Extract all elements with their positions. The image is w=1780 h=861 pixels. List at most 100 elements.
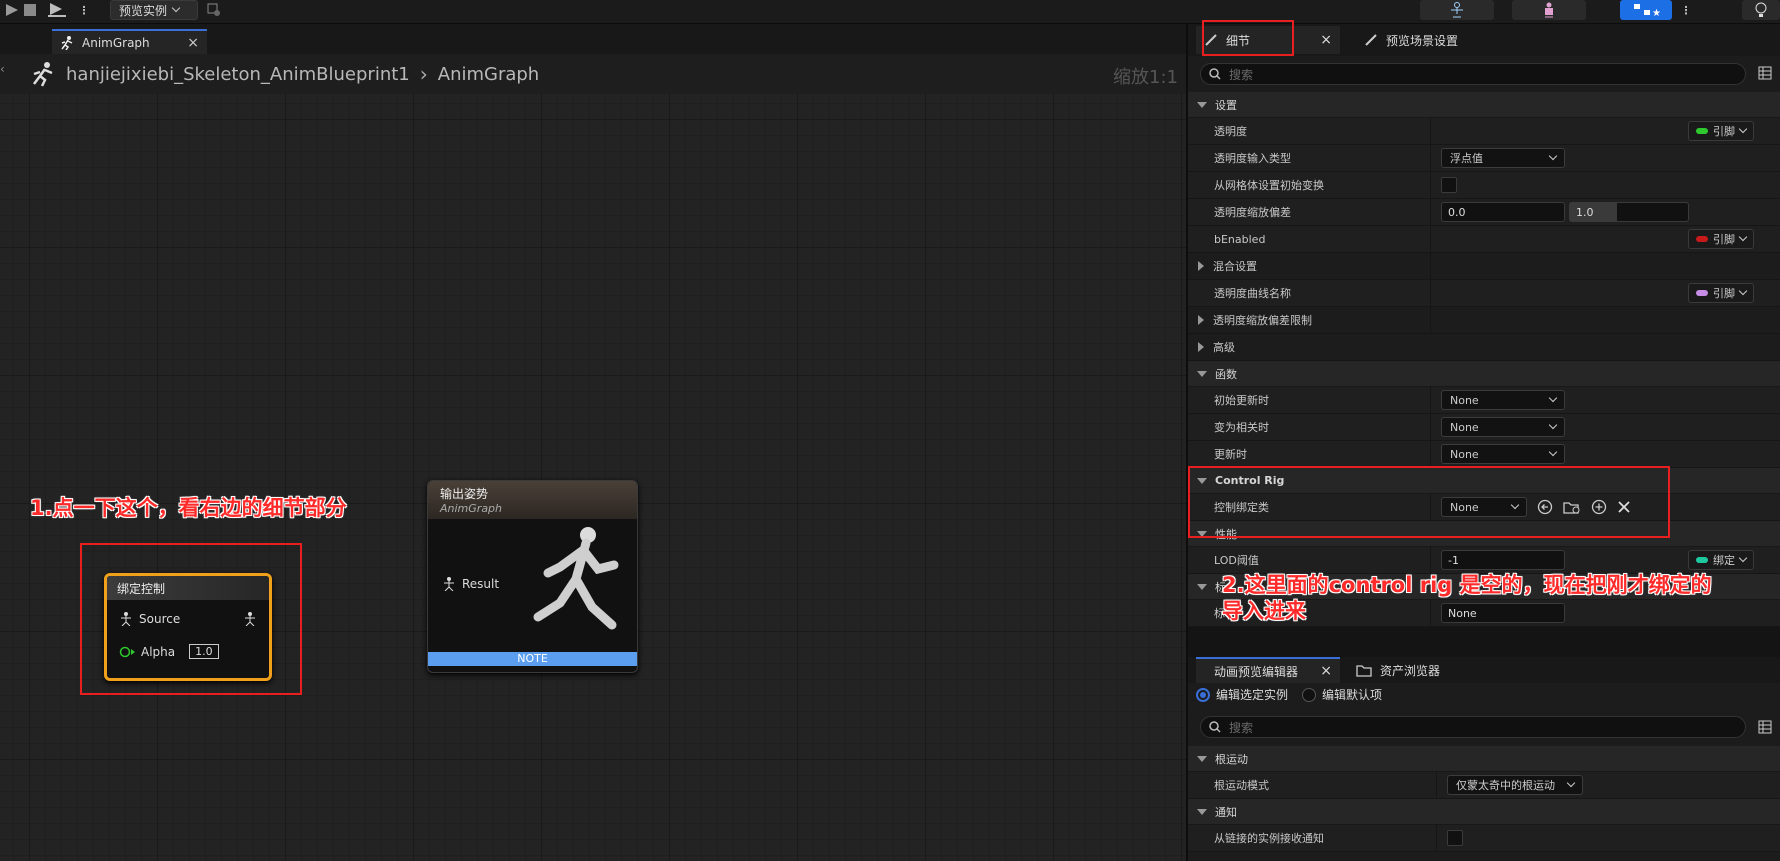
scale-bias-label: 透明度缩放偏差	[1214, 206, 1291, 219]
mesh-mode-button[interactable]	[1512, 0, 1586, 20]
tab-preview-scene[interactable]: 预览场景设置	[1356, 26, 1516, 54]
stop-icon[interactable]	[22, 0, 38, 20]
more-options-icon[interactable]: ⋮	[78, 0, 90, 20]
radio-defaults[interactable]: 编辑默认项	[1302, 686, 1382, 703]
output-pose-title: 输出姿势	[440, 487, 489, 501]
tab-animgraph[interactable]: AnimGraph ×	[52, 29, 207, 54]
tab-anim-preview-label: 动画预览编辑器	[1214, 664, 1299, 679]
anim-preview-search-input[interactable]: 搜索	[1200, 716, 1746, 738]
output-pose-node[interactable]: 输出姿势 AnimGraph Result NOTE	[427, 480, 638, 673]
row-init-from-mesh: 从网格体设置初始变换	[1188, 172, 1780, 199]
row-advanced[interactable]: 高级	[1188, 334, 1780, 361]
tab-anim-preview-editor[interactable]: 动画预览编辑器 ×	[1196, 657, 1340, 683]
graph-canvas[interactable]	[0, 24, 1186, 861]
radio-selected-instance[interactable]: 编辑选定实例	[1196, 686, 1288, 703]
close-icon[interactable]: ×	[1320, 32, 1332, 48]
main-toolbar: ⋮ 预览实例 ★ ⋮	[0, 0, 1780, 24]
expand-right-icon	[1198, 261, 1204, 271]
breadcrumb-blueprint[interactable]: hanjiejixiebi_Skeleton_AnimBlueprint1	[66, 64, 410, 85]
annotation-step1: 1.点一下这个，看右边的细节部分	[30, 496, 347, 520]
root-motion-mode-dropdown[interactable]: 仅蒙太奇中的根运动	[1447, 775, 1583, 795]
blueprint-mode-button[interactable]: ★	[1620, 0, 1672, 20]
breadcrumb-graph[interactable]: AnimGraph	[438, 64, 539, 85]
section-functions-label: 函数	[1215, 367, 1237, 381]
details-search-placeholder: 搜索	[1229, 67, 1254, 82]
chevron-down-icon	[1738, 553, 1748, 563]
init-from-mesh-checkbox[interactable]	[1441, 177, 1457, 193]
section-functions[interactable]: 函数	[1188, 361, 1780, 387]
play-icon[interactable]	[4, 0, 20, 20]
expand-down-icon	[1197, 370, 1207, 377]
table-view-icon[interactable]	[1758, 720, 1772, 737]
opacity-input-type-dropdown[interactable]: 浮点值	[1441, 148, 1565, 168]
row-receive-notify: 从链接的实例接收通知	[1188, 825, 1780, 852]
on-become-relevant-dropdown[interactable]: None	[1441, 417, 1565, 437]
document-tabs: AnimGraph ×	[0, 24, 1186, 54]
blend-settings-label: 混合设置	[1213, 260, 1257, 273]
opacity-pin-label: 引脚	[1713, 125, 1735, 138]
mode-options-icon[interactable]: ⋮	[1680, 0, 1692, 20]
row-benabled: bEnabled 引脚	[1188, 226, 1780, 253]
bulb-icon[interactable]	[1742, 0, 1780, 20]
on-update-dropdown[interactable]: None	[1441, 444, 1565, 464]
chevron-down-icon	[171, 3, 181, 13]
preview-instance-button[interactable]: 预览实例	[110, 0, 198, 20]
expand-down-icon	[1197, 755, 1207, 762]
right-panel: 细节 × 预览场景设置 搜索 设置 透明度 引脚 透明度输入类型 浮点值 从网格…	[1186, 20, 1780, 861]
radio-defaults-label: 编辑默认项	[1322, 688, 1383, 702]
panel-splitter[interactable]	[1188, 627, 1780, 657]
highlight-box-node	[80, 543, 302, 695]
table-view-icon[interactable]	[1758, 66, 1772, 83]
breadcrumb-separator-icon: ›	[419, 62, 428, 86]
scale-bias-a-input[interactable]: 0.0	[1441, 202, 1565, 222]
tab-preview-label: 预览场景设置	[1386, 33, 1459, 48]
chevron-down-icon	[1548, 151, 1558, 161]
note-bar[interactable]: NOTE	[428, 652, 637, 666]
curve-pin-button[interactable]: 引脚	[1688, 283, 1754, 303]
blueprint-graph-icon: ★	[1634, 4, 1660, 18]
tab-asset-browser[interactable]: 资产浏览器	[1348, 657, 1448, 683]
section-root-motion[interactable]: 根运动	[1188, 746, 1780, 772]
radio-selected-label: 编辑选定实例	[1216, 688, 1289, 702]
debug-filter-icon[interactable]	[206, 0, 222, 20]
tab-animgraph-label: AnimGraph	[82, 35, 150, 50]
result-pin[interactable]: Result	[442, 577, 499, 591]
chevron-down-icon	[1548, 447, 1558, 457]
search-icon	[1209, 68, 1221, 80]
scale-bias-b-input[interactable]: 1.0	[1569, 202, 1689, 222]
row-on-become-relevant: 变为相关时 None	[1188, 414, 1780, 441]
pose-pin-icon	[444, 577, 454, 591]
row-opacity-input-type: 透明度输入类型 浮点值	[1188, 145, 1780, 172]
root-motion-mode-value: 仅蒙太奇中的根运动	[1456, 779, 1555, 792]
close-icon[interactable]: ×	[1320, 663, 1332, 679]
chevron-down-icon	[1548, 393, 1558, 403]
svg-text:★: ★	[1652, 8, 1660, 18]
highlight-box-tab	[1202, 20, 1294, 56]
row-on-initial-update: 初始更新时 None	[1188, 387, 1780, 414]
expand-right-icon	[1198, 342, 1204, 352]
details-search-input[interactable]: 搜索	[1200, 63, 1746, 85]
expand-right-icon	[1198, 315, 1204, 325]
receive-notify-checkbox[interactable]	[1447, 830, 1463, 846]
simulate-icon[interactable]	[46, 0, 68, 20]
skeleton-mode-button[interactable]	[1420, 0, 1494, 20]
opacity-pin-button[interactable]: 引脚	[1688, 121, 1754, 141]
section-notify[interactable]: 通知	[1188, 799, 1780, 825]
row-scale-bias-clamp[interactable]: 透明度缩放偏差限制	[1188, 307, 1780, 334]
lod-pin-button[interactable]: 绑定	[1688, 550, 1754, 570]
lod-threshold-label: LOD阈值	[1214, 554, 1259, 567]
lod-threshold-input[interactable]: -1	[1441, 550, 1565, 570]
scale-bias-clamp-label: 透明度缩放偏差限制	[1213, 314, 1312, 327]
root-motion-mode-label: 根运动模式	[1214, 779, 1269, 792]
section-settings[interactable]: 设置	[1188, 92, 1780, 118]
anim-preview-tab-strip: 动画预览编辑器 × 资产浏览器	[1188, 657, 1780, 683]
skeleton-icon	[1451, 2, 1463, 18]
curve-pin-label: 引脚	[1713, 287, 1735, 300]
running-mannequin-icon	[533, 527, 619, 630]
opacity-input-type-label: 透明度输入类型	[1214, 152, 1291, 165]
row-blend-settings[interactable]: 混合设置	[1188, 253, 1780, 280]
benabled-pin-button[interactable]: 引脚	[1688, 229, 1754, 249]
on-initial-update-dropdown[interactable]: None	[1441, 390, 1565, 410]
left-arrow-icon[interactable]: ‹	[0, 62, 6, 84]
close-icon[interactable]: ×	[187, 35, 199, 51]
